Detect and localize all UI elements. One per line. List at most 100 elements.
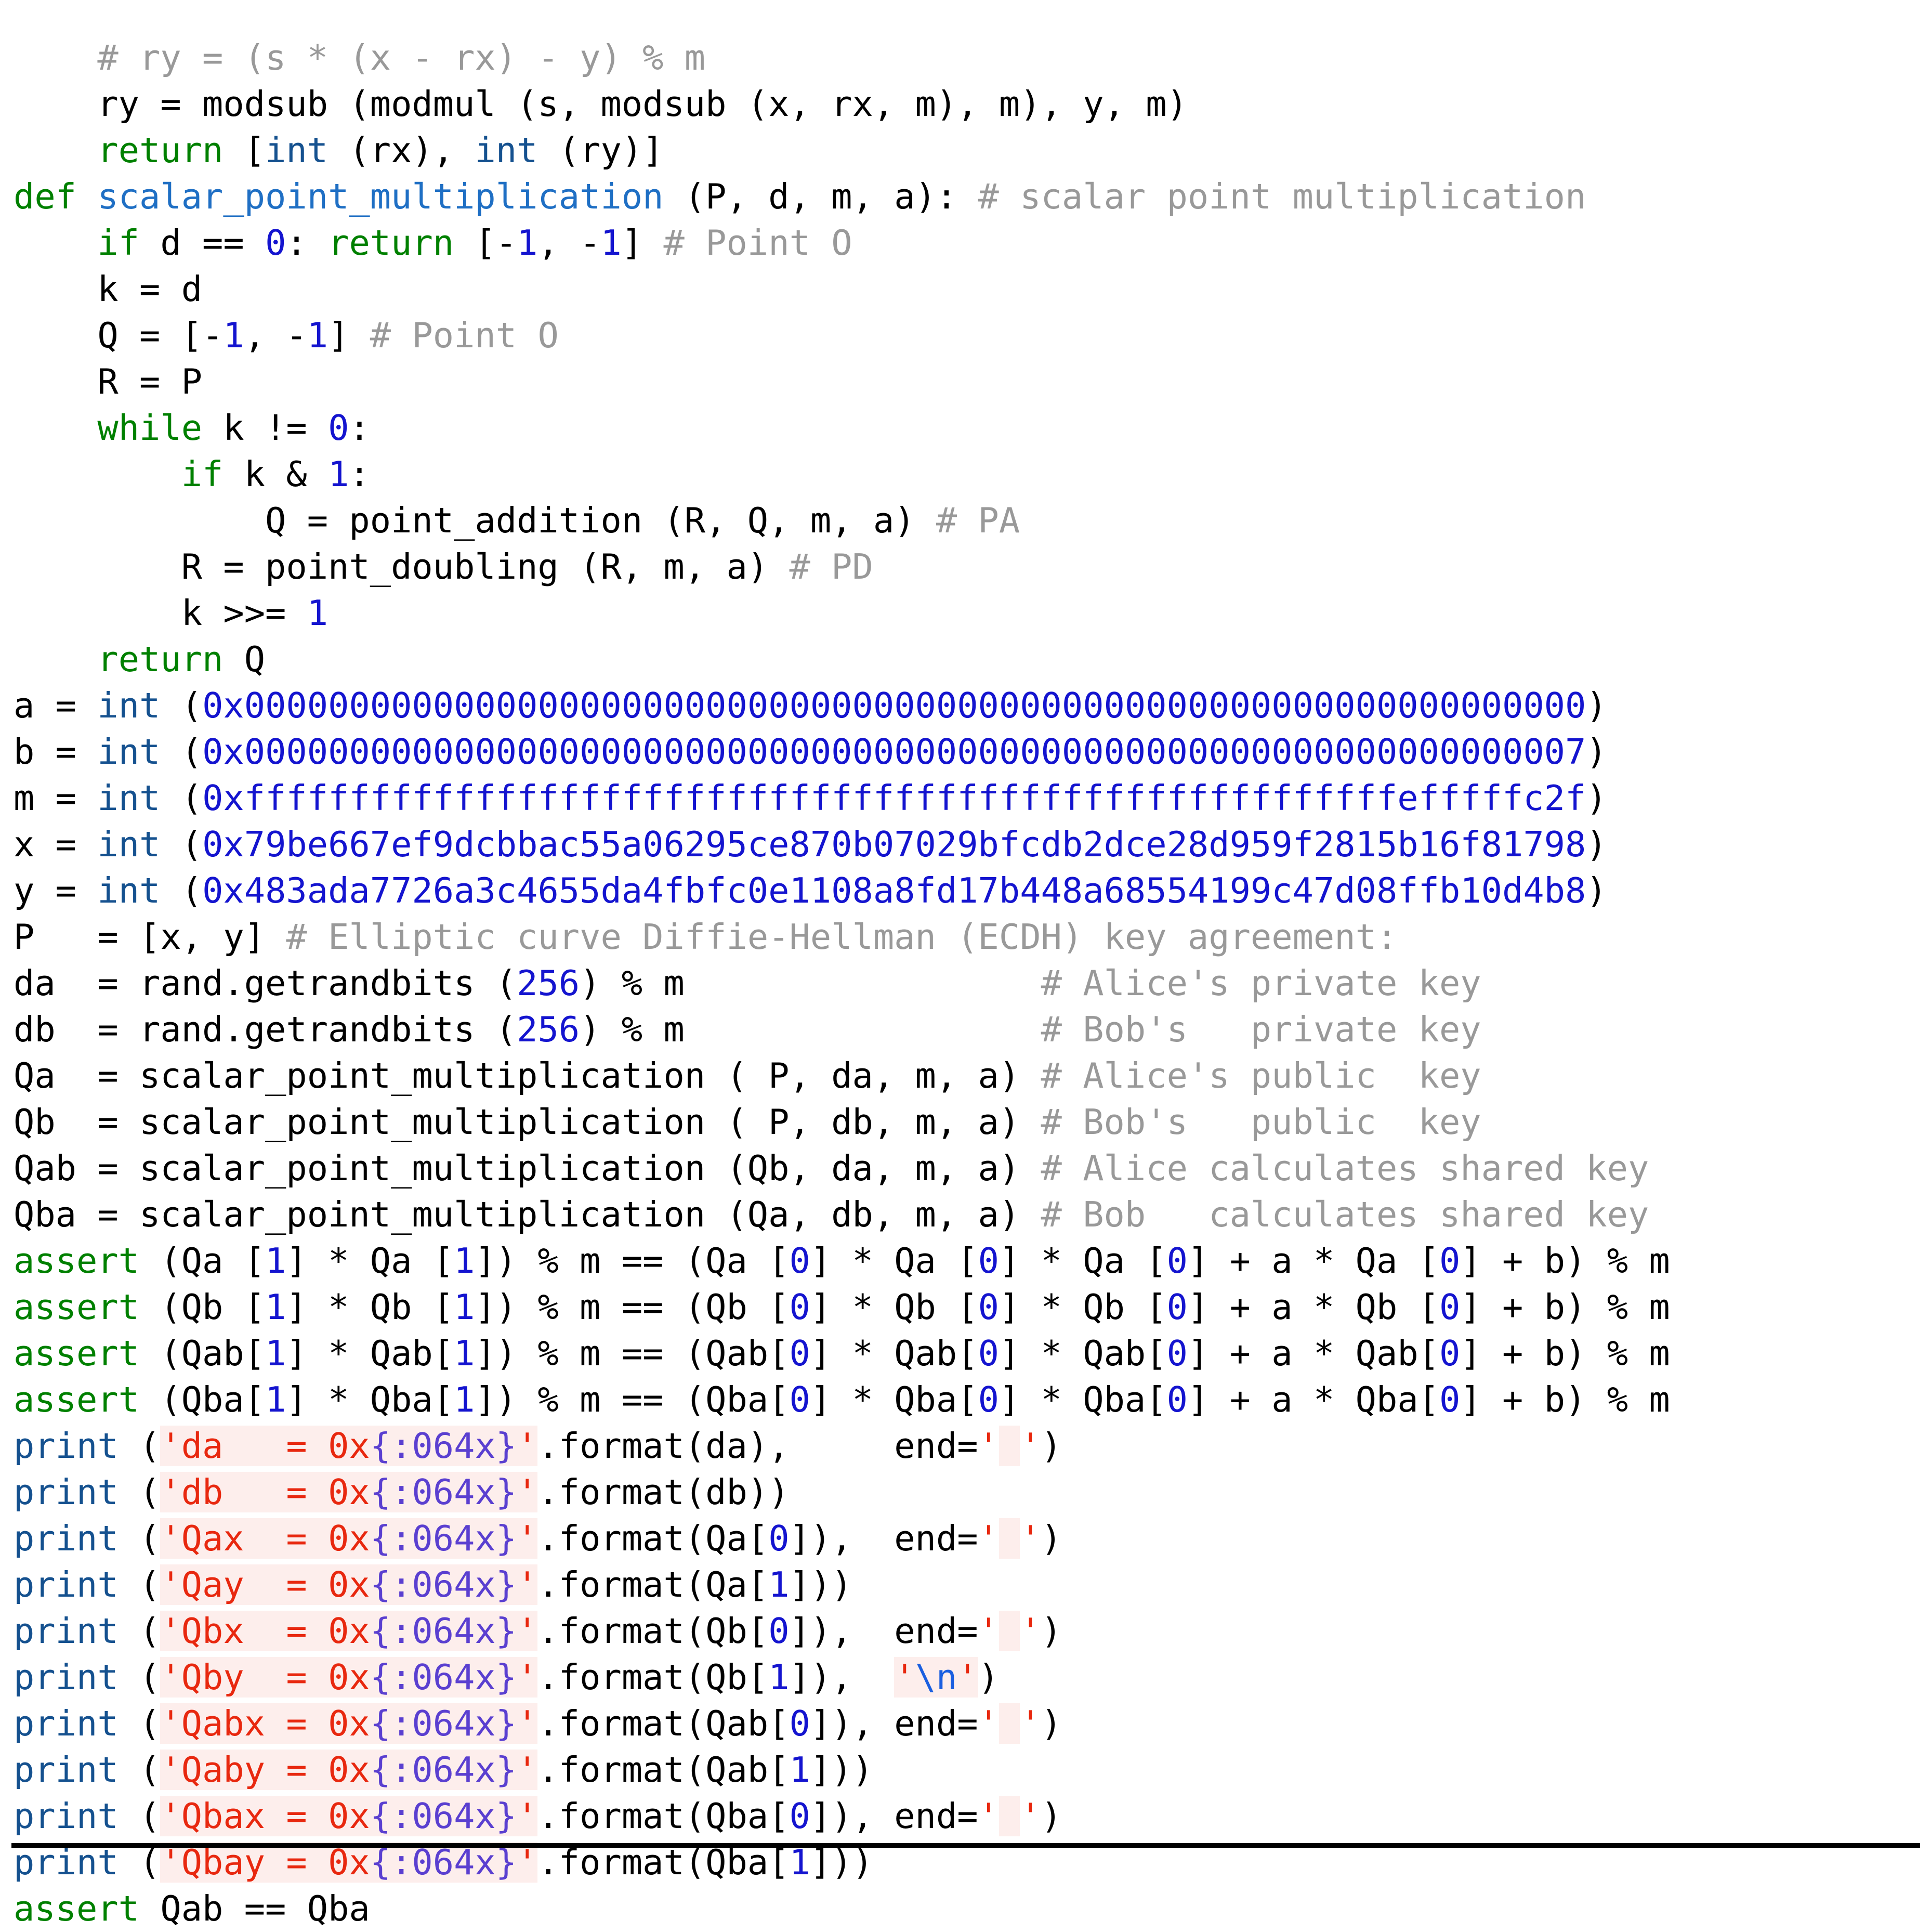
code-line: if k & 1:	[181, 454, 370, 494]
code-line: db = rand.getrandbits (256) % m # Bob's …	[14, 1009, 1481, 1050]
builtin-token: int	[475, 130, 538, 171]
code-line: Qb = scalar_point_multiplication ( P, db…	[14, 1102, 1481, 1142]
code-line: a = int (0x00000000000000000000000000000…	[14, 685, 1607, 726]
source-code-block: # ry = (s * (x - rx) - y) % m ry = modsu…	[14, 35, 1670, 1932]
comment-token: # ry = (s * (x - rx) - y) % m	[97, 37, 706, 78]
number-token: 0	[1439, 1241, 1461, 1281]
comment-token: # Bob's public key	[1041, 1102, 1481, 1142]
builtin-token: print	[14, 1703, 119, 1744]
code-line: assert (Qa [1] * Qa [1]) % m == (Qa [0] …	[14, 1241, 1670, 1281]
number-token: 1	[265, 1333, 286, 1374]
comment-token: # Bob's private key	[1041, 1009, 1481, 1050]
comment-token: # PA	[936, 500, 1020, 541]
string-literal: 'Qax = 0x{:064x}'	[160, 1518, 538, 1559]
number-token: 0	[768, 1518, 790, 1559]
code-line: b = int (0x00000000000000000000000000000…	[14, 732, 1607, 772]
escape-token: \n	[915, 1657, 957, 1698]
number-token: 1	[265, 1379, 286, 1420]
number-token: 1	[265, 1241, 286, 1281]
number-token: 1	[265, 1287, 286, 1327]
comment-token: # Point O	[370, 315, 559, 356]
builtin-token: print	[14, 1426, 119, 1466]
code-line: P = [x, y] # Elliptic curve Diffie-Hellm…	[14, 917, 1398, 957]
number-token: 0	[789, 1241, 810, 1281]
format-spec: {:064x}	[370, 1426, 517, 1466]
code-line: Qab = scalar_point_multiplication (Qb, d…	[14, 1148, 1649, 1189]
code-line: assert (Qab[1] * Qab[1]) % m == (Qab[0] …	[14, 1333, 1670, 1374]
keyword-token: def	[14, 176, 77, 217]
number-token: 1	[223, 315, 244, 356]
code-line: R = point_doubling (R, m, a) # PD	[14, 546, 873, 587]
string-literal: 'da = 0x{:064x}'	[160, 1426, 538, 1466]
string-literal: 'Qay = 0x{:064x}'	[160, 1564, 538, 1605]
keyword-token: while	[97, 408, 203, 448]
format-spec: {:064x}	[370, 1750, 517, 1790]
code-line: assert (Qba[1] * Qba[1]) % m == (Qba[0] …	[14, 1379, 1670, 1420]
number-token: 0	[789, 1333, 810, 1374]
function-name-token: scalar_point_multiplication	[97, 176, 664, 217]
builtin-token: print	[14, 1750, 119, 1790]
code-line: while k != 0:	[97, 408, 370, 448]
builtin-token: print	[14, 1564, 119, 1605]
code-line: Q = [-1, -1] # Point O	[14, 315, 559, 356]
keyword-token: assert	[14, 1333, 140, 1374]
code-line: assert Qab == Qba	[14, 1888, 370, 1929]
string-literal: 'Qby = 0x{:064x}'	[160, 1657, 538, 1698]
number-token: 1	[454, 1241, 475, 1281]
number-token: 0	[1439, 1287, 1461, 1327]
keyword-token: return	[97, 130, 224, 171]
number-token: 0	[768, 1611, 790, 1651]
builtin-token: int	[97, 685, 161, 726]
string-literal: ' '	[978, 1703, 1041, 1744]
comment-token: # Point O	[663, 223, 852, 263]
builtin-token: print	[14, 1611, 119, 1651]
format-spec: {:064x}	[370, 1611, 517, 1651]
comment-token: # Elliptic curve Diffie-Hellman (ECDH) k…	[286, 917, 1398, 957]
code-line: print ('db = 0x{:064x}'.format(db))	[14, 1472, 790, 1512]
comment-token: # scalar point multiplication	[978, 176, 1586, 217]
code-line: if d == 0: return [-1, -1] # Point O	[97, 223, 852, 263]
number-token: 1	[454, 1333, 475, 1374]
hex-constant-m: 0xffffffffffffffffffffffffffffffffffffff…	[202, 778, 1586, 818]
comment-token: # PD	[789, 546, 873, 587]
number-token: 0	[978, 1379, 999, 1420]
code-listing-page: # ry = (s * (x - rx) - y) % m ry = modsu…	[0, 0, 1931, 1929]
keyword-token: assert	[14, 1287, 140, 1327]
number-token: 0	[1439, 1333, 1461, 1374]
comment-token: # Alice's public key	[1041, 1055, 1481, 1096]
string-literal-newline: '\n'	[894, 1657, 978, 1698]
keyword-token: return	[97, 639, 224, 680]
builtin-token: int	[97, 732, 161, 772]
number-token: 1	[328, 454, 349, 494]
keyword-token: assert	[14, 1888, 140, 1929]
string-literal: ' '	[978, 1611, 1041, 1651]
keyword-token: return	[328, 223, 454, 263]
string-literal: 'Qabx = 0x{:064x}'	[160, 1703, 538, 1744]
number-token: 1	[768, 1657, 790, 1698]
number-token: 1	[307, 315, 329, 356]
format-spec: {:064x}	[370, 1518, 517, 1559]
code-line: Qa = scalar_point_multiplication ( P, da…	[14, 1055, 1481, 1096]
string-literal: 'Qbay = 0x{:064x}'	[160, 1842, 538, 1883]
hex-constant-b: 0x00000000000000000000000000000000000000…	[202, 732, 1586, 772]
code-line: k >>= 1	[14, 593, 329, 633]
code-line: print ('Qaby = 0x{:064x}'.format(Qab[1])…	[14, 1750, 873, 1790]
hex-constant-x: 0x79be667ef9dcbbac55a06295ce870b07029bfc…	[202, 824, 1586, 865]
code-line: print ('Qabx = 0x{:064x}'.format(Qab[0])…	[14, 1703, 1062, 1744]
string-literal: 'Qbx = 0x{:064x}'	[160, 1611, 538, 1651]
builtin-token: int	[97, 778, 161, 818]
number-token: 0	[1439, 1379, 1461, 1420]
format-spec: {:064x}	[370, 1842, 517, 1883]
number-token: 0	[328, 408, 349, 448]
builtin-token: print	[14, 1796, 119, 1836]
code-line: y = int (0x483ada7726a3c4655da4fbfc0e110…	[14, 870, 1607, 911]
code-line: return [int (rx), int (ry)]	[97, 130, 664, 171]
code-line: x = int (0x79be667ef9dcbbac55a06295ce870…	[14, 824, 1607, 865]
format-spec: {:064x}	[370, 1472, 517, 1512]
number-token: 1	[454, 1287, 475, 1327]
number-token: 0	[789, 1703, 810, 1744]
number-token: 1	[600, 223, 622, 263]
code-line: # ry = (s * (x - rx) - y) % m	[14, 35, 1670, 81]
format-spec: {:064x}	[370, 1657, 517, 1698]
number-token: 0	[1166, 1287, 1188, 1327]
